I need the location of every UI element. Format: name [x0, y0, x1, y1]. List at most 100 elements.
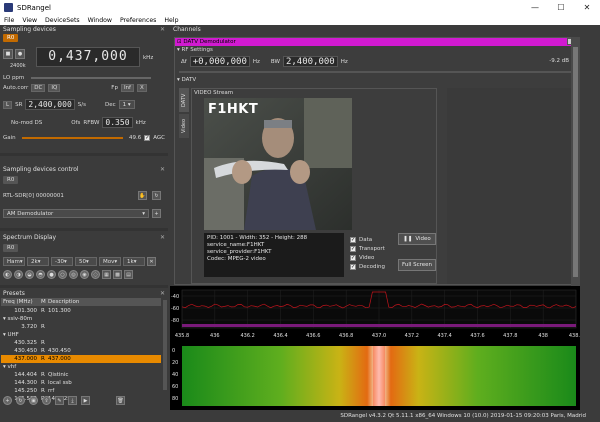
iq-button[interactable]: IQ	[48, 84, 61, 92]
freeze-icon[interactable]: ◉	[80, 270, 89, 279]
l-button[interactable]: L	[3, 100, 13, 109]
preset-delete-icon[interactable]: 🗑	[116, 396, 125, 405]
minimize-button[interactable]: —	[522, 0, 548, 15]
preset-new-icon[interactable]: +	[3, 396, 12, 405]
preset-edit-icon[interactable]: ✎	[55, 396, 64, 405]
menu-view[interactable]: View	[22, 17, 37, 24]
preset-group[interactable]: ▾ vhf	[1, 363, 161, 371]
spectrum-panel[interactable]: -40 -60 -80 435.8 436 436.2 436.4 436.6 436.8 43…	[170, 286, 583, 410]
video-checkbox[interactable]: ✓	[350, 254, 356, 261]
preset-group[interactable]: ▾ UHF	[1, 331, 161, 339]
tab-r0-sampling[interactable]: R0	[3, 34, 19, 42]
range-select[interactable]: 50▾	[75, 257, 97, 266]
current-trace-icon[interactable]: ●	[47, 270, 56, 279]
decimation-select[interactable]: 1 ▾	[118, 100, 135, 109]
video-button[interactable]: ❚❚ Video	[398, 233, 436, 245]
record-icon[interactable]: ●	[15, 49, 25, 59]
center-frequency-display[interactable]: 0,437,000	[36, 47, 140, 67]
preset-row[interactable]: 430.325 R	[1, 339, 161, 347]
channels-title: Channels	[170, 25, 580, 34]
header-freq[interactable]: Freq (MHz)	[3, 298, 33, 306]
tab-datv[interactable]: DATV	[179, 88, 189, 112]
fft-size-value: 2k	[31, 259, 38, 265]
window-function-select[interactable]: Ham▾	[3, 257, 25, 266]
invert-icon[interactable]: ◎	[69, 270, 78, 279]
menu-preferences[interactable]: Preferences	[120, 17, 156, 24]
x-button[interactable]: X	[136, 84, 147, 92]
presets-scrollbar[interactable]	[163, 300, 167, 390]
datv-header[interactable]: ▾ DATV	[175, 76, 196, 84]
ref-level-select[interactable]: -30▾	[51, 257, 73, 266]
maximize-button[interactable]: ☐	[548, 0, 574, 15]
preset-group[interactable]: ▾ ssiv-80m	[1, 315, 161, 323]
grid-intensity-icon[interactable]: ▩	[113, 270, 122, 279]
gain-slider[interactable]	[21, 137, 123, 139]
video-frame[interactable]: F1HKT	[204, 98, 352, 230]
preset-row[interactable]: 144.300 Rlocal ssb	[1, 379, 161, 387]
dock-splitter[interactable]	[0, 153, 168, 156]
preset-load-icon[interactable]: ▶	[81, 396, 90, 405]
delta-f-field[interactable]: +0,000,000	[189, 56, 250, 67]
rf-settings-header[interactable]: ▾ RF Settings	[175, 46, 575, 54]
agc-checkbox[interactable]: ✓	[144, 135, 151, 141]
device-change-icon[interactable]: ✋	[138, 191, 147, 200]
spectrum-graph[interactable]: -40 -60 -80 435.8 436 436.2 436.4 436.6 436.8 43…	[170, 286, 583, 410]
freq-tick-label: 437.8	[503, 333, 517, 339]
preset-freq: 437.000	[14, 356, 37, 362]
header-description[interactable]: Description	[48, 298, 79, 306]
dock-splitter-2[interactable]	[0, 228, 168, 231]
preset-row[interactable]: 101.300 R 101.300	[1, 307, 161, 315]
clear-icon[interactable]: ✕	[147, 257, 156, 266]
trace-intensity-icon[interactable]: ▤	[124, 270, 133, 279]
tab-r0-spectrum[interactable]: R0	[3, 244, 19, 252]
menu-file[interactable]: File	[4, 17, 14, 24]
freq-tick-label: 437.6	[470, 333, 484, 339]
channel-plugin-select[interactable]: AM Demodulator ▾	[3, 209, 149, 218]
header-mode[interactable]: M	[41, 298, 46, 306]
spectrum-toggle-icon[interactable]: ◐	[3, 270, 12, 279]
dock-splitter-3[interactable]	[0, 285, 168, 288]
preset-row[interactable]: 3.720 R	[1, 323, 161, 331]
preset-save-icon[interactable]: ▣	[29, 396, 38, 405]
preset-import-icon[interactable]: ⤓	[68, 396, 77, 405]
preset-row[interactable]: 437.000 R 437.000	[1, 355, 161, 363]
dock-close-icon[interactable]: ✕	[160, 165, 165, 174]
dock-close-icon[interactable]: ✕	[160, 233, 165, 242]
menu-help[interactable]: Help	[164, 17, 178, 24]
preset-row[interactable]: 430.450 R 430.450	[1, 347, 161, 355]
palette-icon[interactable]: ▦	[102, 270, 111, 279]
menu-devicesets[interactable]: DeviceSets	[45, 17, 80, 24]
preset-update-icon[interactable]: ↻	[16, 396, 25, 405]
fft-size-select[interactable]: 2k▾	[27, 257, 49, 266]
averaging-select[interactable]: 1k▾	[123, 257, 145, 266]
lo-ppm-slider[interactable]	[31, 77, 152, 79]
channels-scroll-thumb[interactable]	[573, 47, 578, 277]
max-hold-icon[interactable]: ◓	[36, 270, 45, 279]
fullscreen-button[interactable]: Full Screen	[398, 259, 436, 271]
start-stop-icon[interactable]: ■	[3, 49, 13, 59]
grid-toggle-icon[interactable]: ○	[58, 270, 67, 279]
dock-close-icon[interactable]: ✕	[160, 289, 165, 298]
waterfall-toggle-icon[interactable]: ◑	[14, 270, 23, 279]
dc-button[interactable]: DC	[31, 84, 46, 92]
decoding-checkbox[interactable]: ✓	[350, 263, 356, 270]
data-checkbox[interactable]: ✓	[350, 236, 356, 243]
preset-row[interactable]: 144.404 R Qistinic	[1, 371, 161, 379]
dock-close-icon[interactable]: ✕	[160, 25, 165, 34]
sample-rate-field[interactable]: 2,400,000	[25, 99, 75, 110]
preset-row[interactable]: 145.250 Rrrf	[1, 387, 161, 395]
bw-field[interactable]: 2,400,000	[282, 56, 338, 67]
preset-export-icon[interactable]: ⇪	[42, 396, 51, 405]
histogram-toggle-icon[interactable]: ◒	[25, 270, 34, 279]
add-channel-icon[interactable]: +	[152, 209, 161, 218]
fp-select[interactable]: Inf	[120, 84, 134, 92]
tab-r0-control[interactable]: R0	[3, 176, 19, 184]
menu-window[interactable]: Window	[88, 17, 112, 24]
device-reload-icon[interactable]: ↻	[152, 191, 161, 200]
rfbw-field[interactable]: 0.350	[102, 117, 133, 128]
tab-video[interactable]: Video	[179, 114, 189, 138]
avg-mode-select[interactable]: Mov▾	[99, 257, 121, 266]
decay-icon[interactable]: ◌	[91, 270, 100, 279]
close-window-button[interactable]: ✕	[574, 0, 600, 15]
transport-checkbox[interactable]: ✓	[350, 245, 356, 252]
